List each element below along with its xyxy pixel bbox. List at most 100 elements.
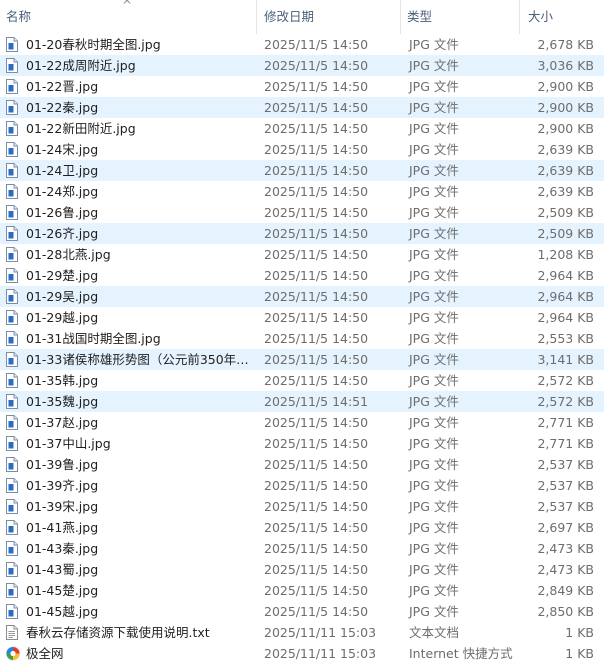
jpg-file-icon bbox=[6, 394, 18, 409]
file-size: 2,537 KB bbox=[537, 499, 594, 514]
file-name: 01-22晋.jpg bbox=[26, 79, 99, 94]
file-type: JPG 文件 bbox=[409, 121, 459, 136]
file-modified-date: 2025/11/5 14:50 bbox=[264, 415, 369, 430]
file-row[interactable]: 01-43蜀.jpg 2025/11/5 14:50 JPG 文件 2,473 KB bbox=[0, 559, 604, 580]
column-header-date[interactable]: 修改日期 bbox=[264, 0, 400, 34]
file-modified-date: 2025/11/5 14:50 bbox=[264, 436, 369, 451]
file-row[interactable]: 01-22新田附近.jpg 2025/11/5 14:50 JPG 文件 2,900 … bbox=[0, 118, 604, 139]
file-row[interactable]: 01-41燕.jpg 2025/11/5 14:50 JPG 文件 2,697 KB bbox=[0, 517, 604, 538]
file-modified-date: 2025/11/5 14:50 bbox=[264, 331, 369, 346]
file-row[interactable]: 01-39齐.jpg 2025/11/5 14:50 JPG 文件 2,537 KB bbox=[0, 475, 604, 496]
file-size: 2,572 KB bbox=[537, 373, 594, 388]
jpg-file-icon bbox=[6, 226, 18, 241]
file-name: 01-26齐.jpg bbox=[26, 226, 99, 241]
file-type: JPG 文件 bbox=[409, 436, 459, 451]
column-header-type-label: 类型 bbox=[407, 9, 433, 24]
file-name: 01-39宋.jpg bbox=[26, 499, 99, 514]
file-modified-date: 2025/11/5 14:50 bbox=[264, 373, 369, 388]
file-row[interactable]: 01-33诸侯称雄形势图（公元前350年… 2025/11/5 14:50 JPG … bbox=[0, 349, 604, 370]
file-modified-date: 2025/11/5 14:50 bbox=[264, 310, 369, 325]
file-size: 3,036 KB bbox=[537, 58, 594, 73]
jpg-file-icon bbox=[6, 352, 18, 367]
file-size: 2,900 KB bbox=[537, 100, 594, 115]
file-type: JPG 文件 bbox=[409, 163, 459, 178]
jpg-file-icon bbox=[6, 121, 18, 136]
file-modified-date: 2025/11/5 14:50 bbox=[264, 100, 369, 115]
jpg-file-icon bbox=[6, 142, 18, 157]
file-size: 2,509 KB bbox=[537, 205, 594, 220]
jpg-file-icon bbox=[6, 520, 18, 535]
file-name: 01-26鲁.jpg bbox=[26, 205, 99, 220]
jpg-file-icon bbox=[6, 100, 18, 115]
file-row[interactable]: 01-20春秋时期全图.jpg 2025/11/5 14:50 JPG 文件 2,67… bbox=[0, 34, 604, 55]
column-divider[interactable] bbox=[519, 0, 520, 34]
file-size: 2,849 KB bbox=[537, 583, 594, 598]
jpg-file-icon bbox=[6, 373, 18, 388]
file-size: 2,771 KB bbox=[537, 436, 594, 451]
file-row[interactable]: 01-24宋.jpg 2025/11/5 14:50 JPG 文件 2,639 KB bbox=[0, 139, 604, 160]
file-row[interactable]: 01-29楚.jpg 2025/11/5 14:50 JPG 文件 2,964 KB bbox=[0, 265, 604, 286]
file-modified-date: 2025/11/11 15:03 bbox=[264, 646, 377, 661]
jpg-file-icon bbox=[6, 79, 18, 94]
file-name: 01-24卫.jpg bbox=[26, 163, 99, 178]
file-size: 2,964 KB bbox=[537, 310, 594, 325]
file-name: 01-35韩.jpg bbox=[26, 373, 99, 388]
file-modified-date: 2025/11/5 14:51 bbox=[264, 394, 369, 409]
file-row[interactable]: 01-26鲁.jpg 2025/11/5 14:50 JPG 文件 2,509 KB bbox=[0, 202, 604, 223]
file-row[interactable]: 01-35魏.jpg 2025/11/5 14:51 JPG 文件 2,572 KB bbox=[0, 391, 604, 412]
file-row[interactable]: 01-24卫.jpg 2025/11/5 14:50 JPG 文件 2,639 KB bbox=[0, 160, 604, 181]
file-row[interactable]: 01-45越.jpg 2025/11/5 14:50 JPG 文件 2,850 KB bbox=[0, 601, 604, 622]
file-modified-date: 2025/11/5 14:50 bbox=[264, 79, 369, 94]
file-size: 2,509 KB bbox=[537, 226, 594, 241]
jpg-file-icon bbox=[6, 541, 18, 556]
file-size: 2,639 KB bbox=[537, 142, 594, 157]
file-size: 2,900 KB bbox=[537, 79, 594, 94]
file-type: JPG 文件 bbox=[409, 79, 459, 94]
file-row[interactable]: 01-37赵.jpg 2025/11/5 14:50 JPG 文件 2,771 KB bbox=[0, 412, 604, 433]
file-type: JPG 文件 bbox=[409, 226, 459, 241]
file-modified-date: 2025/11/5 14:50 bbox=[264, 184, 369, 199]
file-row[interactable]: 01-39鲁.jpg 2025/11/5 14:50 JPG 文件 2,537 KB bbox=[0, 454, 604, 475]
file-name: 01-37中山.jpg bbox=[26, 436, 111, 451]
file-row[interactable]: 春秋云存储资源下载使用说明.txt 2025/11/11 15:03 文本文档 1 K… bbox=[0, 622, 604, 643]
file-size: 2,900 KB bbox=[537, 121, 594, 136]
jpg-file-icon bbox=[6, 184, 18, 199]
file-row[interactable]: 01-43秦.jpg 2025/11/5 14:50 JPG 文件 2,473 KB bbox=[0, 538, 604, 559]
column-divider[interactable] bbox=[256, 0, 257, 34]
file-modified-date: 2025/11/11 15:03 bbox=[264, 625, 377, 640]
file-name: 01-33诸侯称雄形势图（公元前350年… bbox=[26, 352, 249, 367]
file-row[interactable]: 01-22成周附近.jpg 2025/11/5 14:50 JPG 文件 3,036 … bbox=[0, 55, 604, 76]
file-rows: 01-20春秋时期全图.jpg 2025/11/5 14:50 JPG 文件 2,67… bbox=[0, 34, 604, 664]
file-modified-date: 2025/11/5 14:50 bbox=[264, 352, 369, 367]
file-name: 01-22秦.jpg bbox=[26, 100, 99, 115]
file-row[interactable]: 01-24郑.jpg 2025/11/5 14:50 JPG 文件 2,639 KB bbox=[0, 181, 604, 202]
file-row[interactable]: 01-37中山.jpg 2025/11/5 14:50 JPG 文件 2,771 KB bbox=[0, 433, 604, 454]
column-divider[interactable] bbox=[400, 0, 401, 34]
file-size: 2,572 KB bbox=[537, 394, 594, 409]
file-row[interactable]: 01-35韩.jpg 2025/11/5 14:50 JPG 文件 2,572 KB bbox=[0, 370, 604, 391]
jpg-file-icon bbox=[6, 457, 18, 472]
file-row[interactable]: 01-39宋.jpg 2025/11/5 14:50 JPG 文件 2,537 KB bbox=[0, 496, 604, 517]
file-modified-date: 2025/11/5 14:50 bbox=[264, 163, 369, 178]
file-row[interactable]: 01-31战国时期全图.jpg 2025/11/5 14:50 JPG 文件 2,55… bbox=[0, 328, 604, 349]
column-header-type[interactable]: 类型 bbox=[407, 0, 519, 34]
file-type: JPG 文件 bbox=[409, 373, 459, 388]
file-name: 01-41燕.jpg bbox=[26, 520, 99, 535]
column-header-size[interactable]: 大小 bbox=[528, 0, 598, 34]
file-row[interactable]: 极全网 2025/11/11 15:03 Internet 快捷方式 1 KB bbox=[0, 643, 604, 664]
internet-shortcut-icon bbox=[6, 646, 20, 661]
file-row[interactable]: 01-29吴.jpg 2025/11/5 14:50 JPG 文件 2,964 KB bbox=[0, 286, 604, 307]
file-row[interactable]: 01-28北燕.jpg 2025/11/5 14:50 JPG 文件 1,208 KB bbox=[0, 244, 604, 265]
file-type: Internet 快捷方式 bbox=[409, 646, 513, 661]
file-modified-date: 2025/11/5 14:50 bbox=[264, 499, 369, 514]
file-row[interactable]: 01-22秦.jpg 2025/11/5 14:50 JPG 文件 2,900 KB bbox=[0, 97, 604, 118]
file-modified-date: 2025/11/5 14:50 bbox=[264, 520, 369, 535]
file-modified-date: 2025/11/5 14:50 bbox=[264, 457, 369, 472]
file-size: 2,473 KB bbox=[537, 562, 594, 577]
file-row[interactable]: 01-22晋.jpg 2025/11/5 14:50 JPG 文件 2,900 KB bbox=[0, 76, 604, 97]
jpg-file-icon bbox=[6, 268, 18, 283]
file-row[interactable]: 01-26齐.jpg 2025/11/5 14:50 JPG 文件 2,509 KB bbox=[0, 223, 604, 244]
file-row[interactable]: 01-29越.jpg 2025/11/5 14:50 JPG 文件 2,964 KB bbox=[0, 307, 604, 328]
file-size: 2,537 KB bbox=[537, 457, 594, 472]
file-row[interactable]: 01-45楚.jpg 2025/11/5 14:50 JPG 文件 2,849 KB bbox=[0, 580, 604, 601]
